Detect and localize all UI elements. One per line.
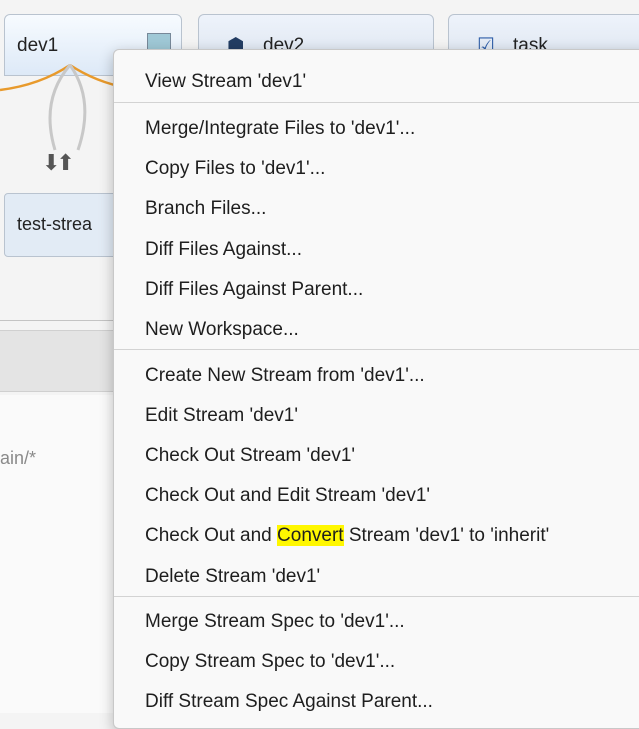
menu-item-create-new-stream[interactable]: Create New Stream from 'dev1'...: [145, 364, 425, 388]
stream-node-label: test-strea: [17, 214, 93, 234]
menu-item-merge-stream-spec[interactable]: Merge Stream Spec to 'dev1'...: [145, 610, 405, 634]
stream-context-menu: View Stream 'dev1' Merge/Integrate Files…: [113, 49, 639, 729]
menu-item-diff-stream-spec-against-parent[interactable]: Diff Stream Spec Against Parent...: [145, 690, 433, 714]
merge-copy-arrows-icon: ⬇⬆: [42, 150, 75, 175]
details-panel: [0, 395, 116, 713]
menu-item-check-out-and-convert-stream[interactable]: Check Out and Convert Stream 'dev1' to '…: [145, 524, 549, 548]
menu-item-delete-stream[interactable]: Delete Stream 'dev1': [145, 565, 320, 589]
stream-node-test-stream[interactable]: test-strea: [4, 193, 122, 257]
menu-item-copy-files[interactable]: Copy Files to 'dev1'...: [145, 157, 325, 181]
menu-item-check-out-stream[interactable]: Check Out Stream 'dev1': [145, 444, 355, 468]
menu-separator: [114, 349, 639, 350]
panel-divider: [0, 320, 116, 321]
menu-item-view-stream[interactable]: View Stream 'dev1': [145, 70, 306, 94]
menu-item-diff-files-against[interactable]: Diff Files Against...: [145, 238, 302, 262]
menu-item-diff-files-against-parent[interactable]: Diff Files Against Parent...: [145, 278, 363, 302]
menu-separator: [114, 102, 639, 103]
menu-item-text: Check Out and: [145, 525, 278, 546]
panel-header: [0, 330, 116, 392]
menu-item-merge-integrate-files[interactable]: Merge/Integrate Files to 'dev1'...: [145, 117, 415, 141]
menu-item-text: Stream 'dev1' to 'inherit': [343, 525, 550, 546]
menu-separator: [114, 596, 639, 597]
highlighted-term: Convert: [277, 525, 344, 546]
stream-path-text: ain/*: [0, 448, 37, 468]
menu-item-check-out-and-edit-stream[interactable]: Check Out and Edit Stream 'dev1': [145, 484, 430, 508]
menu-item-copy-stream-spec[interactable]: Copy Stream Spec to 'dev1'...: [145, 650, 395, 674]
stream-node-label: dev1: [17, 35, 59, 56]
menu-item-edit-stream[interactable]: Edit Stream 'dev1': [145, 404, 298, 428]
menu-item-new-workspace[interactable]: New Workspace...: [145, 318, 299, 342]
menu-item-branch-files[interactable]: Branch Files...: [145, 197, 266, 221]
